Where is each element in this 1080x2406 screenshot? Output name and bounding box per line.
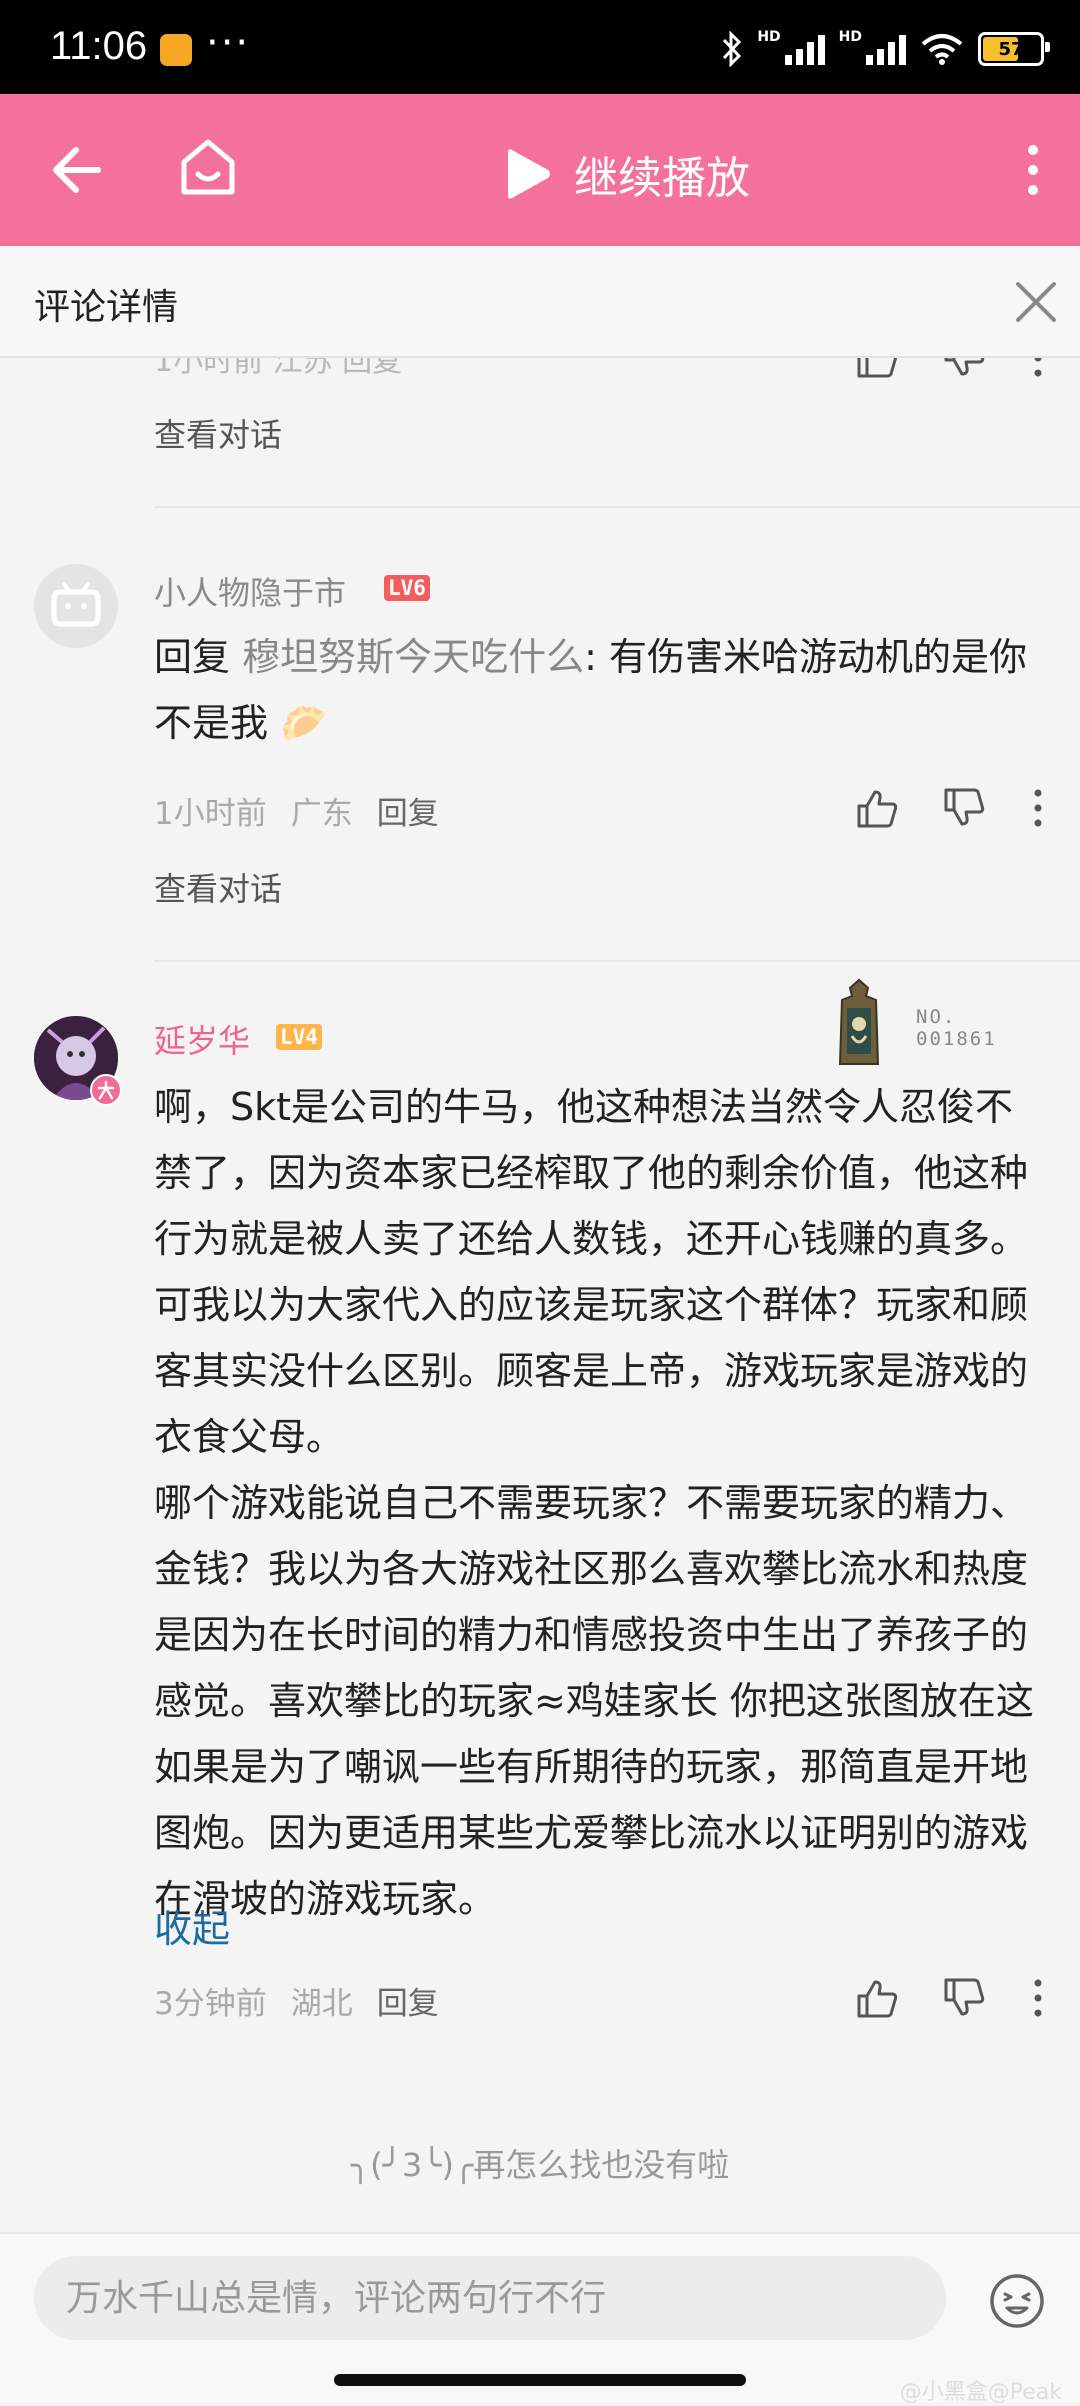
dislike-icon[interactable] <box>942 786 986 830</box>
collapse-button[interactable]: 收起 <box>154 1898 230 1953</box>
like-icon[interactable] <box>855 1976 899 2020</box>
more-vertical-icon[interactable] <box>1026 144 1040 196</box>
battery-icon: 57 <box>978 32 1050 66</box>
close-icon[interactable] <box>1014 280 1058 324</box>
default-avatar-icon <box>51 582 101 627</box>
play-icon <box>508 149 550 199</box>
comment-meta: 3分钟前 湖北 回复 <box>154 1978 439 2023</box>
comment-more-icon[interactable] <box>1033 1978 1043 2018</box>
comment-input[interactable] <box>34 2256 946 2340</box>
status-bar: 11:06 ··· HD HD 57 <box>0 0 1080 94</box>
comment-input-bar: @小黑盒@Peak <box>0 2232 1080 2405</box>
comment-paragraph: 啊，Skt是公司的牛马，他这种想法当然令人忍俊不禁了，因为资本家已经榨取了他的剩… <box>154 1085 1029 1459</box>
comment-list[interactable]: 1小时前 江苏 回复 查看对话 小人物隐于市 LV6 回复 穆坦努斯今天吃什么:… <box>0 358 1080 2230</box>
home-indicator[interactable] <box>334 2374 746 2386</box>
emoji-icon[interactable] <box>988 2272 1046 2330</box>
wifi-icon <box>921 34 963 65</box>
page-title: 评论详情 <box>34 287 179 328</box>
battery-level: 57 <box>998 38 1024 60</box>
bluetooth-icon <box>723 31 742 67</box>
comment-meta: 1小时前 广东 回复 <box>154 788 439 833</box>
dislike-icon[interactable] <box>942 358 986 380</box>
like-icon[interactable] <box>855 358 899 380</box>
reply-prefix: 回复 <box>154 635 243 679</box>
divider <box>154 960 1080 962</box>
comment-detail-header: 评论详情 <box>0 246 1080 358</box>
back-arrow-icon[interactable] <box>42 140 104 200</box>
signal-icon-2 <box>866 33 906 65</box>
level-badge: LV4 <box>276 1024 322 1050</box>
watermark: @小黑盒@Peak <box>899 2380 1062 2405</box>
like-icon[interactable] <box>855 786 899 830</box>
comment-more-icon[interactable] <box>1033 358 1043 378</box>
continue-play-button[interactable]: 继续播放 <box>500 142 750 206</box>
dislike-icon[interactable] <box>942 1976 986 2020</box>
comment-username[interactable]: 小人物隐于市 <box>154 568 346 614</box>
hd-label-2: HD <box>838 29 862 45</box>
comment-body: 回复 穆坦努斯今天吃什么: 有伤害米哈游动机的是你不是我 🥟 <box>154 624 1034 756</box>
comment-username[interactable]: 延岁华 <box>154 1016 250 1062</box>
big-member-badge-icon <box>90 1074 122 1106</box>
app-bar: 继续播放 <box>0 94 1080 246</box>
view-conversation-link[interactable]: 查看对话 <box>154 864 282 910</box>
hd-label-1: HD <box>757 29 781 45</box>
dumpling-emoji-icon: 🥟 <box>280 701 328 745</box>
home-icon[interactable] <box>178 136 238 198</box>
previous-comment-meta: 1小时前 江苏 回复 <box>154 358 403 379</box>
fan-card-badge-icon <box>838 978 880 1065</box>
status-time: 11:06 <box>50 24 148 68</box>
level-badge: LV6 <box>384 575 430 601</box>
comment-more-icon[interactable] <box>1033 788 1043 828</box>
comment-paragraph: 哪个游戏能说自己不需要玩家？不需要玩家的精力、金钱？我以为各大游戏社区那么喜欢攀… <box>154 1481 1034 1921</box>
avatar[interactable] <box>34 564 118 648</box>
comment-time: 1小时前 <box>154 796 267 832</box>
more-notifications-indicator: ··· <box>206 20 251 66</box>
continue-play-label: 继续播放 <box>574 153 750 204</box>
reply-target-link[interactable]: 穆坦努斯今天吃什么 <box>242 635 584 679</box>
reply-button[interactable]: 回复 <box>377 1978 439 2023</box>
divider <box>154 506 1080 508</box>
fan-number: NO. 001861 <box>916 1006 997 1050</box>
comment-location: 广东 <box>290 796 353 832</box>
comment-time: 3分钟前 <box>154 1986 267 2022</box>
signal-icon-1 <box>784 33 825 65</box>
status-icons: HD HD 57 <box>721 24 1050 74</box>
comment-location: 湖北 <box>290 1986 353 2022</box>
view-conversation-link[interactable]: 查看对话 <box>154 410 282 456</box>
reply-button[interactable]: 回复 <box>377 788 439 833</box>
comment-body: 啊，Skt是公司的牛马，他这种想法当然令人忍俊不禁了，因为资本家已经榨取了他的剩… <box>154 1074 1034 1932</box>
notification-app-icon <box>160 34 192 66</box>
end-of-list-hint: ╮(╯3╰)╭再怎么找也没有啦 <box>350 2146 730 2184</box>
